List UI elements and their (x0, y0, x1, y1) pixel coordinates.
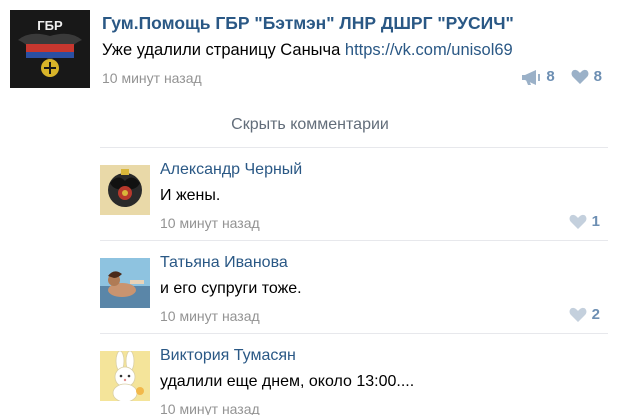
comment-timestamp[interactable]: 10 минут назад (160, 401, 260, 415)
hide-comments-link[interactable]: Скрыть комментарии (0, 116, 620, 134)
comment-text: и его супруги тоже. (160, 280, 302, 297)
post-text: Уже удалили страницу Саныча https://vk.c… (102, 41, 513, 60)
post-text-body: Уже удалили страницу Саныча (102, 41, 345, 59)
post: ГБР Гум.Помощь ГБР "Бэтмэн" ЛНР ДШРГ "РУ… (0, 0, 620, 110)
comment-text: удалили еще днем, около 13:00.... (160, 373, 415, 390)
comment-like-button[interactable]: 1 (569, 213, 600, 230)
comment: Александр Черный И жены. 10 минут назад … (100, 147, 608, 240)
heart-icon (569, 214, 587, 229)
post-timestamp[interactable]: 10 минут назад (102, 70, 202, 86)
comment-timestamp[interactable]: 10 минут назад (160, 215, 260, 231)
post-link[interactable]: https://vk.com/unisol69 (345, 41, 513, 59)
heart-icon (569, 307, 587, 322)
post-actions: 8 8 (521, 68, 602, 85)
group-avatar[interactable]: ГБР (10, 10, 90, 88)
comment-like-button[interactable]: 2 (569, 306, 600, 323)
group-avatar-text: ГБР (37, 18, 63, 33)
comment-author[interactable]: Александр Черный (160, 161, 302, 179)
avatar[interactable] (100, 165, 150, 215)
comment: Виктория Тумасян удалили еще днем, около… (100, 333, 608, 415)
share-button[interactable]: 8 (521, 68, 555, 85)
like-count: 8 (593, 68, 602, 85)
post-author[interactable]: Гум.Помощь ГБР "Бэтмэн" ЛНР ДШРГ "РУСИЧ" (102, 13, 514, 34)
comment: Татьяна Иванова и его супруги тоже. 10 м… (100, 240, 608, 333)
megaphone-icon (522, 69, 541, 85)
comments-list: Александр Черный И жены. 10 минут назад … (100, 147, 608, 415)
comment-author[interactable]: Татьяна Иванова (160, 254, 288, 272)
avatar[interactable] (100, 258, 150, 308)
comment-author[interactable]: Виктория Тумасян (160, 347, 296, 365)
comment-text: И жены. (160, 187, 221, 204)
heart-icon (571, 69, 589, 84)
like-button[interactable]: 8 (571, 68, 602, 85)
avatar[interactable] (100, 351, 150, 401)
comment-like-count: 2 (591, 306, 600, 323)
comment-like-count: 1 (591, 213, 600, 230)
comment-timestamp[interactable]: 10 минут назад (160, 308, 260, 324)
share-count: 8 (546, 68, 555, 85)
